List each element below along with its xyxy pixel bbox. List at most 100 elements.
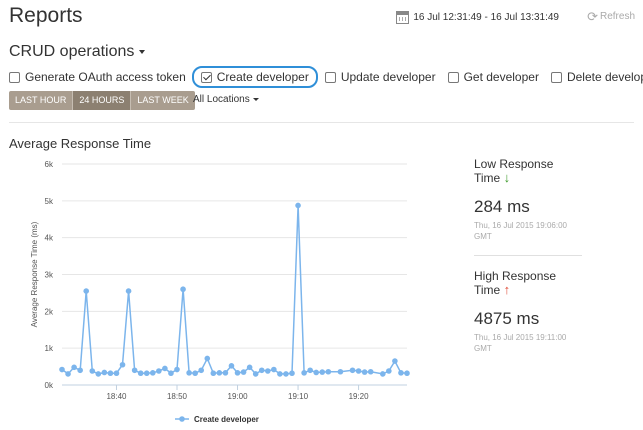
data-point <box>186 370 192 376</box>
data-point <box>89 368 96 374</box>
operation-label[interactable]: Create developer <box>217 70 309 84</box>
data-point <box>379 371 386 377</box>
checkbox[interactable] <box>447 71 459 83</box>
refresh-button[interactable]: ⟳ Refresh <box>587 10 635 23</box>
data-point <box>301 370 307 376</box>
y-tick-label: 0k <box>45 381 54 390</box>
data-point <box>337 368 344 375</box>
checkbox[interactable] <box>324 71 336 83</box>
legend-marker <box>179 416 185 422</box>
data-point <box>198 367 205 374</box>
low-response-time: Thu, 16 Jul 2015 19:06:00 GMT <box>474 221 567 241</box>
data-point <box>295 202 301 209</box>
last-hour-button[interactable]: LAST HOUR <box>9 91 74 110</box>
data-point <box>131 367 138 374</box>
data-point <box>101 369 108 376</box>
data-point <box>192 370 198 377</box>
high-response-time: Thu, 16 Jul 2015 19:11:00 GMT <box>474 333 567 353</box>
divider <box>9 122 634 123</box>
checkbox[interactable] <box>550 71 562 83</box>
operation-label[interactable]: Get developer <box>464 70 539 84</box>
data-point <box>168 370 174 377</box>
data-point <box>149 370 156 376</box>
data-point <box>228 363 235 369</box>
operation-label[interactable]: Update developer <box>341 70 436 84</box>
data-point <box>174 366 180 373</box>
data-point <box>283 371 289 377</box>
checkbox-checked[interactable] <box>200 71 212 83</box>
data-point <box>404 370 410 377</box>
data-point <box>361 369 368 375</box>
last-week-button[interactable]: LAST WEEK <box>131 91 195 110</box>
data-point <box>264 368 271 374</box>
data-point <box>246 364 253 371</box>
data-point <box>162 365 168 372</box>
date-range-text[interactable]: 16 Jul 12:31:49 - 16 Jul 13:31:49 <box>413 12 559 23</box>
time-range-buttons: LAST HOUR 24 HOURS LAST WEEK <box>9 91 195 110</box>
y-tick-label: 2k <box>45 307 54 316</box>
y-tick-label: 5k <box>45 197 54 206</box>
data-point <box>319 369 326 375</box>
refresh-label[interactable]: Refresh <box>600 11 635 22</box>
operation-update-developer[interactable]: Update developer <box>324 70 436 84</box>
legend-label: Create developer <box>194 415 259 424</box>
calendar-icon[interactable] <box>396 11 410 24</box>
data-point <box>325 368 332 375</box>
data-point <box>95 371 102 377</box>
data-point <box>277 371 283 377</box>
x-tick-label: 18:40 <box>106 392 127 401</box>
data-point <box>240 369 247 375</box>
data-point <box>71 364 77 371</box>
data-point <box>367 368 374 375</box>
refresh-icon[interactable]: ⟳ <box>587 10 598 23</box>
data-point <box>392 358 398 364</box>
arrow-down-icon: ↓ <box>503 170 511 185</box>
data-point <box>349 367 356 374</box>
data-point <box>222 370 229 376</box>
operation-label[interactable]: Generate OAuth access token <box>25 70 186 84</box>
page-title: Reports <box>9 4 83 27</box>
y-axis-label: Average Response Time (ms) <box>30 221 39 327</box>
data-point <box>234 370 241 376</box>
data-point <box>119 361 126 368</box>
24-hours-button[interactable]: 24 HOURS <box>73 91 132 110</box>
operation-generate-oauth[interactable]: Generate OAuth access token <box>9 70 186 84</box>
data-point <box>83 288 90 294</box>
data-point <box>307 367 313 374</box>
chevron-down-icon[interactable] <box>139 50 146 54</box>
data-point <box>355 368 362 374</box>
data-point <box>65 371 71 377</box>
operation-delete-developer[interactable]: Delete developer <box>550 70 643 84</box>
data-point <box>113 370 120 377</box>
response-time-chart: 0k 1k 2k 3k 4k 5k 6k 18:40 18:50 19:00 19:10 19:20 A… <box>30 160 410 424</box>
data-point <box>107 370 114 377</box>
data-point <box>216 370 223 376</box>
x-tick-label: 19:10 <box>288 392 309 401</box>
data-point <box>289 370 295 377</box>
y-tick-label: 3k <box>45 271 54 280</box>
x-tick-label: 19:00 <box>228 392 249 401</box>
data-point <box>210 370 217 377</box>
checkbox[interactable] <box>9 71 20 83</box>
y-tick-label: 4k <box>45 234 54 243</box>
crud-operations-label[interactable]: CRUD operations <box>9 43 134 61</box>
arrow-up-icon: ↑ <box>503 282 511 297</box>
chevron-down-icon[interactable] <box>252 98 259 101</box>
operation-create-developer[interactable]: Create developer <box>191 66 318 88</box>
x-tick-label: 19:20 <box>349 392 370 401</box>
operation-get-developer[interactable]: Get developer <box>447 70 539 84</box>
data-point <box>143 370 150 377</box>
locations-label[interactable]: All Locations <box>193 94 250 105</box>
response-stats: Low Response Time ↓ 284 ms Thu, 16 Jul 2… <box>474 157 624 354</box>
operation-label[interactable]: Delete developer <box>567 70 643 84</box>
data-point <box>204 355 211 362</box>
date-range-picker[interactable]: 16 Jul 12:31:49 - 16 Jul 13:31:49 <box>396 11 559 24</box>
high-response-label: High Response Time ↑ <box>474 269 557 297</box>
crud-operations-dropdown[interactable]: CRUD operations <box>9 43 146 61</box>
data-point <box>271 366 277 373</box>
data-point <box>398 370 404 376</box>
locations-dropdown[interactable]: All Locations <box>193 94 259 105</box>
low-response-value: 284 ms <box>474 197 530 216</box>
high-response-value: 4875 ms <box>474 309 540 328</box>
low-response-label: Low Response Time ↓ <box>474 157 554 185</box>
